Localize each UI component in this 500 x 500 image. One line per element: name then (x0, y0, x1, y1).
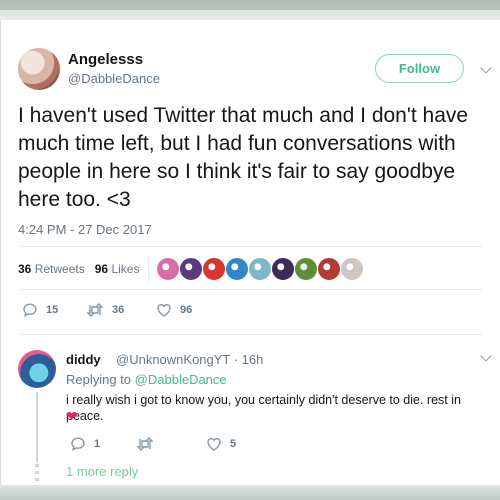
reply-icon (23, 303, 37, 317)
reply-action[interactable]: 15 (22, 302, 58, 318)
likes-stat[interactable]: 96 Likes (95, 262, 140, 276)
retweet-icon (86, 303, 104, 317)
retweets-stat[interactable]: 36 Retweets (18, 262, 85, 276)
retweet-icon (136, 437, 154, 451)
liker-avatar[interactable] (340, 257, 364, 281)
liker-avatar[interactable] (202, 257, 226, 281)
stats-separator (148, 256, 149, 282)
thread-line (36, 392, 38, 462)
thread-dots (35, 464, 39, 484)
liker-avatar[interactable] (225, 257, 249, 281)
like-action[interactable]: 96 (156, 302, 192, 318)
heart-icon (157, 304, 171, 317)
reply-icon (71, 437, 85, 451)
author-handle[interactable]: @DabbleDance (68, 71, 160, 86)
reply-like-action[interactable]: 5 (206, 436, 236, 452)
reply-reply-action[interactable]: 1 (70, 436, 100, 452)
tweet-timestamp[interactable]: 4:24 PM - 27 Dec 2017 (18, 222, 152, 237)
divider (18, 246, 482, 247)
author-name[interactable]: Angelesss (68, 51, 143, 68)
retweet-action[interactable]: 36 (86, 302, 124, 318)
divider (18, 334, 482, 335)
follow-button[interactable]: Follow (375, 54, 464, 83)
divider (18, 289, 482, 290)
card-border (0, 20, 1, 500)
liker-avatar[interactable] (294, 257, 318, 281)
liker-avatar[interactable] (248, 257, 272, 281)
author-avatar[interactable] (18, 48, 60, 90)
tweet-stats: 36 Retweets 96 Likes (18, 262, 139, 276)
reply-author-avatar[interactable] (18, 350, 56, 388)
more-replies-link[interactable]: 1 more reply (66, 464, 138, 479)
liker-avatar[interactable] (179, 257, 203, 281)
tweet-text: I haven't used Twitter that much and I d… (18, 104, 469, 211)
background-band-bottom (0, 485, 500, 500)
liker-avatar[interactable] (156, 257, 180, 281)
replying-to: Replying to @DabbleDance (66, 372, 227, 387)
reply-text: i really wish i got to know you, you cer… (66, 393, 461, 423)
reply-meta[interactable]: @UnknownKongYT · 16h (116, 352, 263, 367)
reply-author-name[interactable]: diddy (66, 352, 101, 367)
reply-retweet-action[interactable] (136, 436, 162, 452)
replying-to-mention[interactable]: @DabbleDance (135, 372, 227, 387)
heart-icon (207, 438, 221, 451)
liker-avatar[interactable] (317, 257, 341, 281)
background-band-top (0, 0, 500, 20)
heart-emoji: ❤ (66, 408, 78, 424)
liker-avatar[interactable] (271, 257, 295, 281)
